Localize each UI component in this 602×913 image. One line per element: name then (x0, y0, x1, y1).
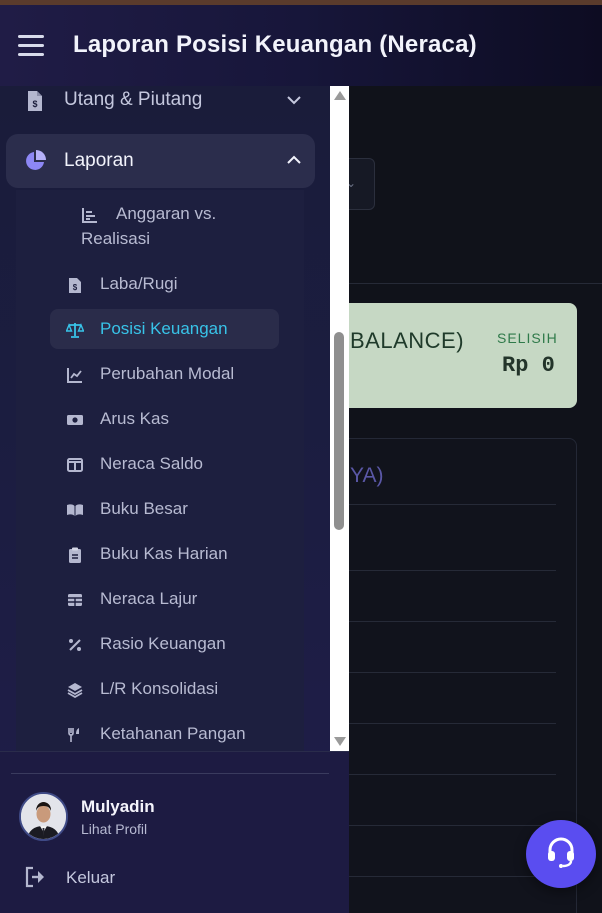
pie-chart-icon (24, 150, 46, 172)
submenu-item-label: Rasio Keuangan (100, 634, 226, 653)
layers-icon (66, 681, 84, 699)
page-title: Laporan Posisi Keuangan (Neraca) (73, 31, 477, 58)
clipboard-icon (66, 546, 84, 564)
selisih-label: SELISIH (497, 330, 558, 346)
submenu-item-neraca-saldo[interactable]: Neraca Saldo (50, 444, 279, 484)
scroll-up-arrow-icon[interactable] (334, 91, 346, 100)
book-open-icon (66, 501, 84, 519)
utensils-icon (66, 726, 84, 744)
columns-icon (66, 456, 84, 474)
balance-scale-icon (66, 321, 84, 339)
submenu-item-posisi-keuangan[interactable]: Posisi Keuangan (50, 309, 279, 349)
submenu-item-perubahan-modal[interactable]: Perubahan Modal (50, 354, 279, 394)
selisih-value: Rp 0 (502, 353, 555, 378)
logout-icon[interactable] (24, 866, 48, 888)
submenu-item-label: L/R Konsolidasi (100, 679, 219, 698)
submenu-item-anggaran-realisasi[interactable]: Anggaran vs. Realisasi (66, 201, 295, 257)
sidebar-menu: $ Utang & Piutang Laporan Anggaran vs. R… (0, 86, 330, 751)
submenu-item-label: Laba/Rugi (100, 274, 178, 293)
avatar[interactable] (19, 792, 68, 841)
bar-chart-icon (82, 207, 100, 225)
app-header: Laporan Posisi Keuangan (Neraca) (0, 5, 602, 86)
table-icon (66, 591, 84, 609)
submenu-item-label: Anggaran vs. (116, 204, 217, 223)
submenu-item-label: Realisasi (81, 229, 150, 248)
headset-icon (544, 835, 578, 874)
svg-text:$: $ (73, 283, 78, 292)
line-chart-icon (66, 366, 84, 384)
svg-text:$: $ (32, 99, 37, 109)
sidebar-item-label: Utang & Piutang (64, 89, 203, 110)
support-chat-button[interactable] (526, 820, 596, 888)
hamburger-menu-icon[interactable] (18, 35, 44, 57)
balance-status: BALANCE) (350, 328, 465, 353)
submenu-item-label: Buku Besar (100, 499, 188, 518)
submenu-item-label: Arus Kas (100, 409, 169, 428)
file-dollar-icon: $ (24, 90, 46, 112)
submenu-item-label: Neraca Saldo (100, 454, 204, 473)
user-name: Mulyadin (81, 797, 155, 816)
table-heading: YA) (350, 464, 384, 487)
submenu-item-label: Neraca Lajur (100, 589, 198, 608)
submenu-item-buku-kas-harian[interactable]: Buku Kas Harian (50, 534, 279, 574)
chevron-down-icon (287, 92, 301, 108)
submenu-item-lr-konsolidasi[interactable]: L/R Konsolidasi (50, 669, 279, 709)
submenu-item-label: Buku Kas Harian (100, 544, 228, 563)
money-bill-icon (66, 411, 84, 429)
submenu-item-buku-besar[interactable]: Buku Besar (50, 489, 279, 529)
submenu-item-neraca-lajur[interactable]: Neraca Lajur (50, 579, 279, 619)
sidebar-item-label: Laporan (64, 150, 134, 171)
submenu-item-label: Ketahanan Pangan (100, 724, 246, 743)
logout-button[interactable]: Keluar (66, 868, 115, 888)
submenu-item-arus-kas[interactable]: Arus Kas (50, 399, 279, 439)
scroll-down-arrow-icon[interactable] (334, 737, 346, 746)
percent-icon (66, 636, 84, 654)
sidebar-footer: Mulyadin Lihat Profil Keluar (0, 751, 349, 913)
sidebar-scrollbar[interactable] (330, 86, 349, 751)
submenu-item-rasio-keuangan[interactable]: Rasio Keuangan (50, 624, 279, 664)
sidebar-item-utang-piutang[interactable]: $ Utang & Piutang (6, 86, 315, 128)
submenu-item-label: Posisi Keuangan (100, 319, 228, 338)
divider (11, 773, 329, 774)
scrollbar-thumb[interactable] (334, 332, 344, 530)
view-profile-link[interactable]: Lihat Profil (81, 821, 147, 837)
file-invoice-icon: $ (66, 276, 84, 294)
submenu-item-label: Perubahan Modal (100, 364, 235, 383)
submenu-item-ketahanan-pangan[interactable]: Ketahanan Pangan (50, 714, 279, 751)
chevron-up-icon (287, 152, 301, 168)
sidebar-item-laporan[interactable]: Laporan (6, 134, 315, 188)
submenu-item-laba-rugi[interactable]: $ Laba/Rugi (50, 264, 279, 304)
